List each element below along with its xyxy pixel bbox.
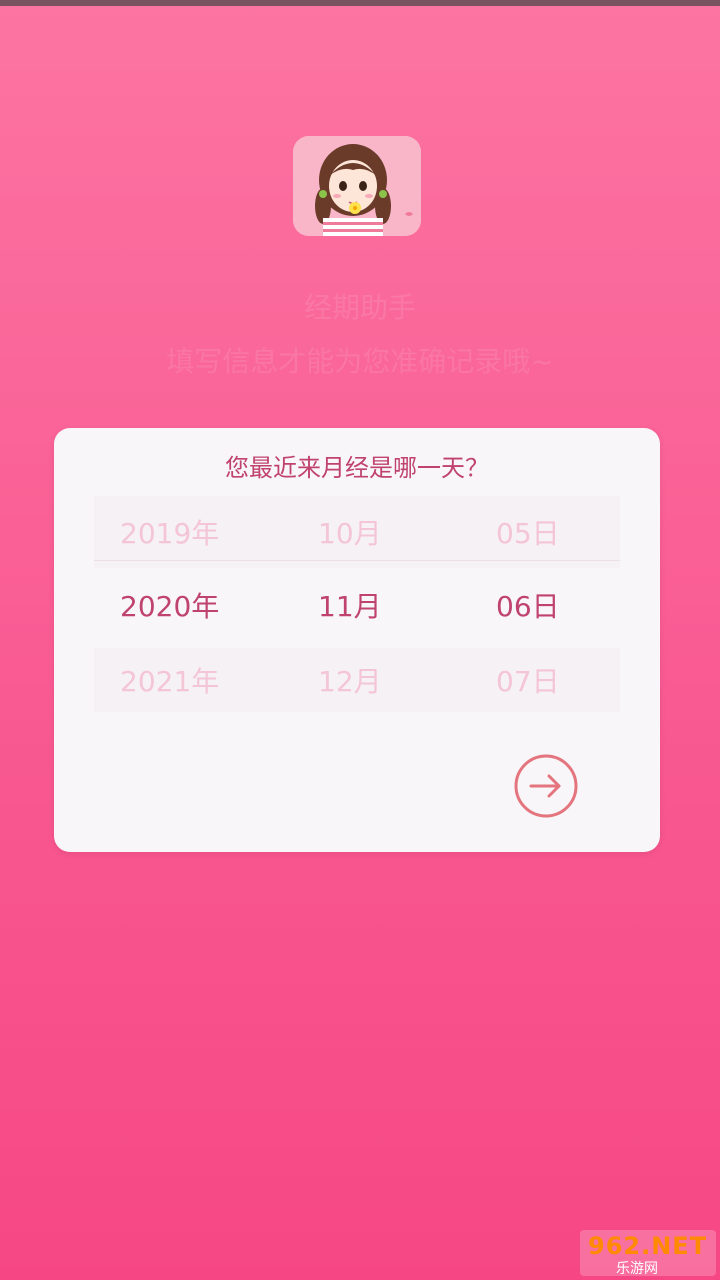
ghost-subtitle: 填写信息才能为您准确记录哦~ <box>166 345 554 378</box>
picker-row-previous[interactable]: 2019年 10月 05日 <box>94 496 620 568</box>
month-option[interactable]: 12月 <box>318 648 438 712</box>
status-bar <box>0 0 720 6</box>
year-option[interactable]: 2019年 <box>120 496 280 568</box>
watermark-site-name: 乐游网 <box>616 1261 658 1277</box>
site-watermark: 962.NET 乐游网 <box>580 1230 716 1277</box>
year-option[interactable]: 2021年 <box>120 648 280 712</box>
day-option[interactable]: 07日 <box>496 648 616 712</box>
picker-row-next[interactable]: 2021年 12月 07日 <box>94 648 620 712</box>
ghost-title: 经期助手 <box>303 291 416 324</box>
next-button[interactable] <box>514 754 578 818</box>
year-selected[interactable]: 2020年 <box>120 561 280 649</box>
month-option[interactable]: 10月 <box>318 496 438 568</box>
picker-row-selected[interactable]: 2020年 11月 06日 <box>94 560 620 650</box>
month-selected[interactable]: 11月 <box>318 561 438 649</box>
date-wheel-picker[interactable]: 2019年 10月 05日 2020年 11月 06日 2021年 12月 07… <box>94 496 620 712</box>
day-selected[interactable]: 06日 <box>496 561 616 649</box>
date-picker-card: 您最近来月经是哪一天？ 2019年 10月 05日 2020年 11月 06日 … <box>54 428 660 852</box>
app-avatar-image <box>293 136 421 236</box>
arrow-right-circle-icon <box>514 754 578 818</box>
day-option[interactable]: 05日 <box>496 496 616 568</box>
question-title: 您最近来月经是哪一天？ <box>225 454 489 482</box>
watermark-logo-text: 962.NET <box>588 1232 708 1260</box>
